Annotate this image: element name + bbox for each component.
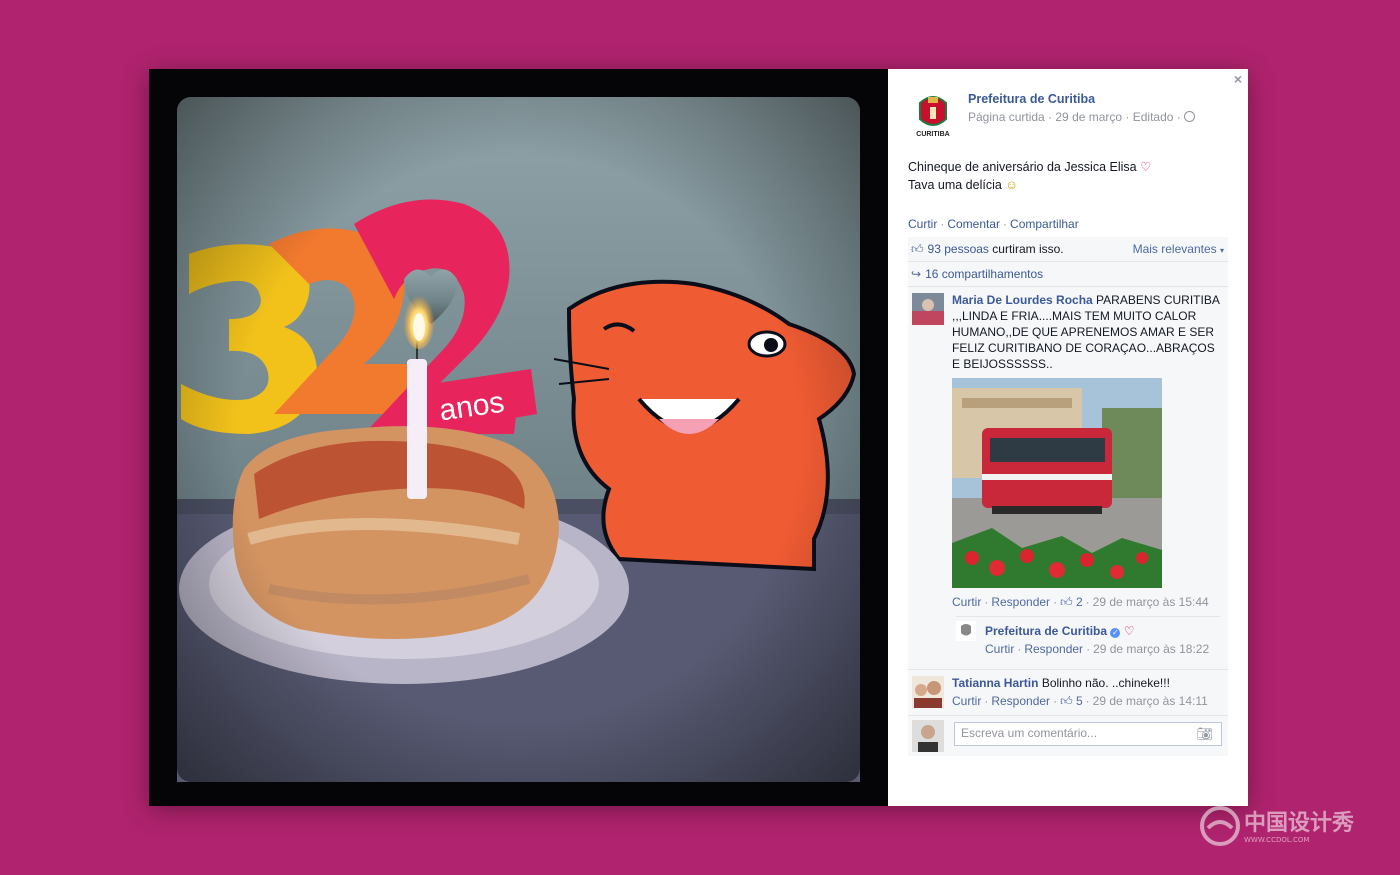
shares-link[interactable]: 16 compartilhamentos: [925, 267, 1043, 281]
comment-meta: Curtir · Responder · 👍︎ 2 · 29 de março às 15:…: [952, 595, 1209, 609]
logo-caption: CURITIBA: [916, 131, 949, 138]
close-icon[interactable]: ×: [1234, 71, 1242, 87]
smile-icon: ☺: [1005, 178, 1019, 192]
share-arrow-icon: ↪: [911, 267, 922, 281]
comment-reply-link[interactable]: Responder: [991, 694, 1050, 708]
commenter-avatar[interactable]: [912, 676, 944, 708]
comment-photo-tram[interactable]: [952, 378, 1162, 588]
camera-icon[interactable]: 📷︎: [1196, 726, 1213, 742]
watermark-logo: 中国设计秀 WWW.CCDOL.COM: [1200, 806, 1354, 846]
page-name-link[interactable]: Prefeitura de Curitiba: [968, 92, 1095, 106]
post-actions: Curtir · Comentar · Compartilhar: [908, 217, 1079, 231]
reply-author[interactable]: Prefeitura de Curitiba: [985, 624, 1107, 638]
comment-likes-value: 5: [1075, 694, 1083, 708]
watermark-text: 中国设计秀: [1244, 811, 1354, 836]
share-link[interactable]: Compartilhar: [1010, 217, 1079, 231]
sort-label: Mais relevantes: [1132, 242, 1217, 256]
photo-lightbox: anos ×: [149, 69, 1248, 806]
reply-reply-link[interactable]: Responder: [1024, 642, 1083, 656]
verified-badge-icon: ✓: [1110, 628, 1121, 638]
comment-placeholder: Escreva um comentário...: [961, 726, 1098, 740]
post-meta-text: Página curtida · 29 de março · Editado ·: [968, 110, 1181, 124]
comment-link[interactable]: Comentar: [947, 217, 1000, 231]
sort-dropdown[interactable]: Mais relevantes ▾: [1133, 237, 1224, 263]
post-sidebar: × CURITIBA Prefeitura de Curitiba Página…: [888, 69, 1248, 806]
comment-input[interactable]: Escreva um comentário... 📷︎: [954, 722, 1222, 746]
globe-icon: [1183, 111, 1195, 122]
thumbs-up-icon: 👍︎: [911, 242, 924, 256]
like-link[interactable]: Curtir: [908, 217, 937, 231]
reply-meta: Curtir · Responder · 29 de março às 18:22: [985, 642, 1210, 656]
page-logo-avatar[interactable]: CURITIBA: [908, 89, 958, 139]
post-text: Chineque de aniversário da Jessica Elisa…: [908, 158, 1151, 194]
reply-time[interactable]: 29 de março às 18:22: [1093, 642, 1209, 656]
comment-likes-value: 2: [1075, 595, 1083, 609]
watermark-sub: WWW.CCDOL.COM: [1244, 836, 1309, 844]
photo-pane[interactable]: anos: [149, 69, 888, 806]
comment-item: Tatianna Hartin Bolinho não. ..chineke!!…: [908, 670, 1228, 716]
heart-icon: ♡: [1140, 160, 1152, 174]
comment-author[interactable]: Maria De Lourdes Rocha: [952, 293, 1093, 307]
post-photo[interactable]: anos: [149, 69, 888, 806]
reply-item: Prefeitura de Curitiba ✓ ♡ Curtir · Respon…: [956, 616, 1220, 663]
post-meta: Página curtida · 29 de março · Editado ·: [968, 110, 1195, 124]
comment-like-link[interactable]: Curtir: [952, 694, 981, 708]
likes-suffix: curtiram isso.: [992, 242, 1064, 256]
comment-composer: Escreva um comentário... 📷︎: [908, 716, 1228, 756]
feedback-panel: 👍︎ 93 pessoas curtiram isso. Mais relevan…: [908, 237, 1228, 756]
thumbs-up-icon: 👍︎: [1060, 595, 1073, 609]
comment-time[interactable]: 29 de março às 14:11: [1093, 694, 1208, 708]
caret-down-icon: ▾: [1219, 246, 1224, 255]
comment-time[interactable]: 29 de março às 15:44: [1093, 595, 1209, 609]
commenter-avatar[interactable]: [912, 293, 944, 325]
thumbs-up-icon: 👍︎: [1060, 694, 1073, 708]
comment-like-link[interactable]: Curtir: [952, 595, 981, 609]
current-user-avatar: [912, 720, 944, 752]
comment-reply-link[interactable]: Responder: [991, 595, 1050, 609]
shares-summary: ↪ 16 compartilhamentos: [908, 262, 1228, 287]
post-text-line1: Chineque de aniversário da Jessica Elisa: [908, 160, 1137, 174]
comment-meta: Curtir · Responder · 👍︎ 5 · 29 de março às 14:…: [952, 694, 1208, 708]
comment-likes-count[interactable]: 👍︎ 2: [1060, 595, 1083, 609]
likes-summary: 👍︎ 93 pessoas curtiram isso. Mais relevan…: [908, 237, 1228, 262]
comment-item: Maria De Lourdes Rocha PARABENS CURITIBA…: [908, 287, 1228, 670]
reply-like-link[interactable]: Curtir: [985, 642, 1014, 656]
comment-text: Bolinho não. ..chineke!!!: [1041, 676, 1170, 690]
likes-count-link[interactable]: 93 pessoas: [928, 242, 989, 256]
heart-icon: ♡: [1123, 624, 1135, 638]
comment-likes-count[interactable]: 👍︎ 5: [1060, 694, 1083, 708]
comment-author[interactable]: Tatianna Hartin: [952, 676, 1038, 690]
post-text-line2: Tava uma delícia: [908, 178, 1002, 192]
reply-avatar[interactable]: [956, 621, 976, 641]
